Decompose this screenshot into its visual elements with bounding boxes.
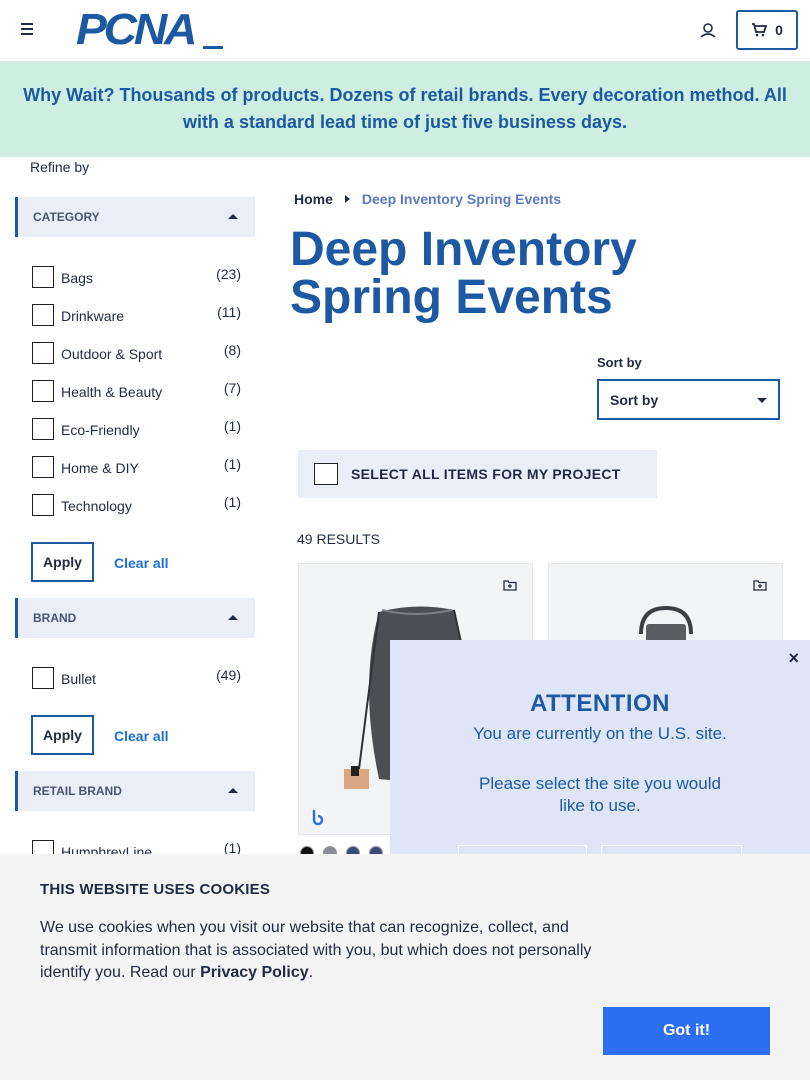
facet-item-bullet[interactable]: Bullet (49) <box>32 665 242 689</box>
facet-brand-header[interactable]: BRAND <box>15 598 255 638</box>
facet-item-count: (8) <box>223 342 241 358</box>
breadcrumb-home-link[interactable]: Home <box>294 191 333 207</box>
facet-item-home-diy[interactable]: Home & DIY (1) <box>32 454 242 478</box>
promo-banner-text: Why Wait? Thousands of products. Dozens … <box>23 85 787 132</box>
chevron-right-icon <box>344 195 350 203</box>
refine-label: Refine by <box>30 159 90 175</box>
facet-item-count: (49) <box>216 667 241 683</box>
caret-up-icon <box>228 788 238 793</box>
facet-item-count: (1) <box>223 494 241 510</box>
facet-category-header[interactable]: CATEGORY <box>15 197 255 237</box>
checkbox[interactable] <box>32 266 54 288</box>
facet-brand-title: BRAND <box>33 611 77 625</box>
menu-icon[interactable] <box>18 20 38 40</box>
logo-underline <box>203 46 223 49</box>
brand-apply-button[interactable]: Apply <box>31 715 94 755</box>
page-title: Deep Inventory Spring Events <box>290 223 637 324</box>
modal-message: You are currently on the U.S. site. <box>473 724 727 743</box>
sort-label: Sort by <box>597 355 642 370</box>
facet-item-health-beauty[interactable]: Health & Beauty (7) <box>32 378 242 402</box>
cookie-message: We use cookies when you visit our websit… <box>40 917 610 985</box>
account-icon[interactable] <box>698 20 718 40</box>
facet-item-label: Home & DIY <box>61 460 139 476</box>
facet-category-title: CATEGORY <box>33 210 100 224</box>
checkbox[interactable] <box>32 342 54 364</box>
facet-item-count: (7) <box>223 380 241 396</box>
cookie-title: THIS WEBSITE USES COOKIES <box>40 881 271 898</box>
close-icon[interactable]: × <box>788 648 799 669</box>
cart-count: 0 <box>775 22 783 38</box>
cookie-banner: THIS WEBSITE USES COOKIES We use cookies… <box>0 854 810 1080</box>
facet-item-label: Drinkware <box>61 308 125 324</box>
facet-item-label: Eco-Friendly <box>61 422 140 438</box>
pcna-logo[interactable]: PCNA <box>76 8 197 52</box>
cookie-text-end: . <box>308 964 314 981</box>
facet-item-count: (1) <box>223 418 241 434</box>
sort-select[interactable]: Sort by <box>597 379 780 420</box>
checkbox[interactable] <box>32 304 54 326</box>
results-count: 49 RESULTS <box>297 531 380 547</box>
facet-item-technology[interactable]: Technology (1) <box>32 492 242 516</box>
site-header: PCNA 0 <box>0 0 810 61</box>
facet-item-label: Health & Beauty <box>61 384 163 400</box>
facet-item-outdoor-sport[interactable]: Outdoor & Sport (8) <box>32 340 242 364</box>
breadcrumb-current: Deep Inventory Spring Events <box>361 191 562 207</box>
facet-item-label: Technology <box>61 498 132 514</box>
cart-button[interactable]: 0 <box>736 10 798 50</box>
facet-item-eco-friendly[interactable]: Eco-Friendly (1) <box>32 416 242 440</box>
brand-clear-all-link[interactable]: Clear all <box>114 728 168 744</box>
caret-down-icon <box>757 398 767 403</box>
facet-item-count: (1) <box>223 456 241 472</box>
checkbox[interactable] <box>32 418 54 440</box>
caret-up-icon <box>228 214 238 219</box>
facet-item-bags[interactable]: Bags (23) <box>32 264 242 288</box>
modal-prompt: Please select the site you would like to… <box>479 774 721 815</box>
facet-item-count: (23) <box>216 266 241 282</box>
checkbox[interactable] <box>32 667 54 689</box>
breadcrumb: Home Deep Inventory Spring Events <box>294 191 561 207</box>
category-clear-all-link[interactable]: Clear all <box>114 555 168 571</box>
modal-title: ATTENTION <box>529 690 671 717</box>
checkbox[interactable] <box>32 456 54 478</box>
site-selection-modal: × ATTENTION You are currently on the U.S… <box>390 640 810 875</box>
facet-item-label: Bags <box>61 270 93 286</box>
caret-up-icon <box>228 615 238 620</box>
facet-item-label: Bullet <box>61 671 97 687</box>
facet-retail-brand-header[interactable]: RETAIL BRAND <box>15 771 255 811</box>
got-it-button[interactable]: Got it! <box>603 1007 770 1055</box>
facet-item-count: (11) <box>217 304 241 320</box>
category-apply-button[interactable]: Apply <box>31 542 94 582</box>
facet-item-label: Outdoor & Sport <box>61 346 163 362</box>
privacy-policy-link[interactable]: Privacy Policy <box>200 964 309 981</box>
checkbox[interactable] <box>32 494 54 516</box>
cookie-text: We use cookies when you visit our websit… <box>40 919 592 981</box>
facet-retail-brand-title: RETAIL BRAND <box>33 784 122 798</box>
checkbox[interactable] <box>32 380 54 402</box>
select-all-items[interactable]: SELECT ALL ITEMS FOR MY PROJECT <box>298 450 657 498</box>
select-all-label: SELECT ALL ITEMS FOR MY PROJECT <box>351 466 621 482</box>
facet-item-drinkware[interactable]: Drinkware (11) <box>32 302 242 326</box>
sort-selected-value: Sort by <box>610 391 659 408</box>
cart-icon <box>752 23 768 37</box>
select-all-checkbox[interactable] <box>314 463 338 485</box>
promo-banner: Why Wait? Thousands of products. Dozens … <box>0 61 810 157</box>
